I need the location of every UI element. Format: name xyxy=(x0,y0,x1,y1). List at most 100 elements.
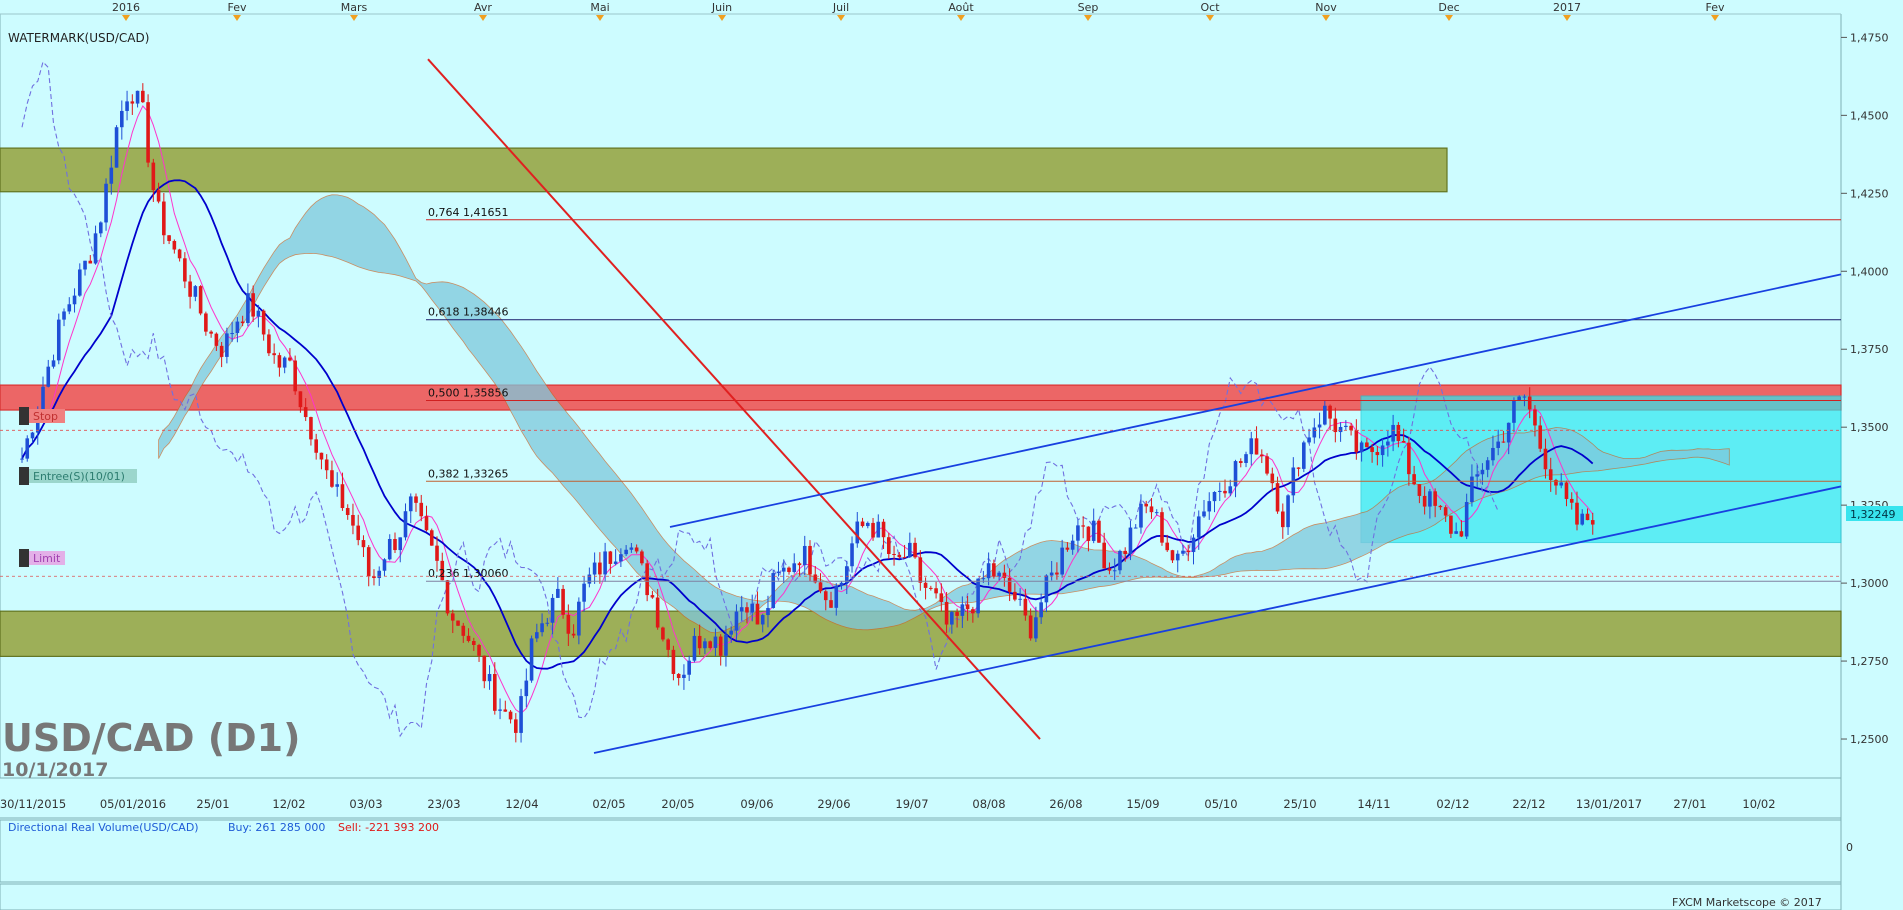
fib-level-label: 0,500 1,35856 xyxy=(428,386,508,399)
y-tick-label: 1,2750 xyxy=(1850,655,1889,668)
candle-body xyxy=(713,636,718,648)
candle-body xyxy=(750,603,755,613)
candle-body xyxy=(172,240,177,250)
candle-body xyxy=(1165,542,1170,551)
candle-body xyxy=(1485,460,1490,470)
candle-body xyxy=(1512,400,1516,423)
candle-body xyxy=(62,311,66,320)
candle-body xyxy=(692,635,697,661)
x-tick-label: 25/10 xyxy=(1283,797,1316,811)
candle-body xyxy=(1407,442,1411,475)
x-tick-label: 10/02 xyxy=(1742,797,1775,811)
candle-body xyxy=(1002,572,1007,578)
candle-body xyxy=(67,304,72,312)
candle-body xyxy=(776,571,781,574)
candle-body xyxy=(619,554,623,562)
candle-body xyxy=(1118,550,1122,571)
candle-body xyxy=(1580,513,1585,525)
y-tick-label: 1,4500 xyxy=(1850,109,1889,122)
candle-body xyxy=(450,613,455,621)
candle-body xyxy=(771,573,776,608)
candle-body xyxy=(387,538,392,560)
support-zone xyxy=(0,610,1842,657)
candle-body xyxy=(986,563,991,579)
candle-body xyxy=(687,660,691,675)
candle-body xyxy=(93,233,98,264)
candle-body xyxy=(272,353,276,356)
candle-body xyxy=(582,583,586,602)
fib-level-label: 0,618 1,38446 xyxy=(428,306,508,319)
limit-order-marker[interactable]: Limit xyxy=(19,549,65,567)
candle-body xyxy=(1065,547,1070,550)
candle-body xyxy=(865,522,870,527)
candle-body xyxy=(99,222,103,234)
candle-body xyxy=(708,641,712,648)
candle-body xyxy=(1296,467,1301,469)
stop-order-marker[interactable]: Stop xyxy=(19,407,65,425)
candle-body xyxy=(109,167,114,184)
candle-body xyxy=(477,644,481,656)
candle-body xyxy=(56,319,61,361)
candle-body xyxy=(1564,482,1569,499)
candle-body xyxy=(141,90,145,103)
candle-body xyxy=(881,521,886,538)
candle-body xyxy=(1238,461,1243,463)
chart-title: USD/CAD (D1) xyxy=(2,716,300,760)
candle-body xyxy=(955,612,959,616)
candle-body xyxy=(1034,617,1038,639)
candle-body xyxy=(634,547,639,552)
candle-body xyxy=(613,561,618,564)
x-tick-label: 23/03 xyxy=(427,797,460,811)
candle-body xyxy=(1590,520,1595,525)
candle-body xyxy=(1386,441,1390,446)
x-tick-label: 27/01 xyxy=(1673,797,1706,811)
candle-body xyxy=(860,521,865,527)
candle-body xyxy=(1249,438,1254,455)
candle-body xyxy=(624,549,628,555)
candle-body xyxy=(503,709,508,712)
x-tick-label: 02/05 xyxy=(592,797,625,811)
candle-body xyxy=(1459,531,1464,537)
candle-body xyxy=(403,511,408,538)
resistance-zone xyxy=(0,147,1448,193)
fib-level-label: 0,764 1,41651 xyxy=(428,206,508,219)
candle-body xyxy=(493,674,497,711)
candle-body xyxy=(366,547,371,577)
candle-body xyxy=(1233,461,1238,487)
candle-body xyxy=(235,321,240,334)
volume-panel xyxy=(0,883,1842,910)
y-tick-label: 1,3000 xyxy=(1850,577,1889,590)
candle-body xyxy=(1396,424,1401,441)
candle-body xyxy=(1144,503,1149,507)
candle-body xyxy=(671,649,676,674)
indicator-buy: Buy: 261 285 000 xyxy=(228,821,325,834)
candle-body xyxy=(929,587,933,589)
candle-body xyxy=(382,559,387,571)
candle-body xyxy=(51,360,56,367)
candle-body xyxy=(193,286,198,297)
candle-body xyxy=(125,101,129,111)
candle-body xyxy=(1401,440,1406,443)
y-tick-label: 1,4750 xyxy=(1850,31,1889,44)
candle-body xyxy=(1212,491,1217,502)
candle-body xyxy=(666,639,670,650)
entry-order-marker[interactable]: Entree(S)(10/01) xyxy=(19,467,137,485)
candle-body xyxy=(944,601,949,625)
candle-body xyxy=(46,366,51,387)
x-tick-label: 20/05 xyxy=(661,797,694,811)
candle-body xyxy=(965,604,970,610)
candle-body xyxy=(146,102,150,163)
candle-body xyxy=(839,582,844,586)
candle-body xyxy=(1196,516,1201,538)
candle-body xyxy=(571,633,576,636)
candle-body xyxy=(424,516,429,531)
candle-body xyxy=(240,321,245,324)
candle-body xyxy=(1433,491,1437,506)
candle-body xyxy=(1443,507,1448,516)
indicator-zero-label: 0 xyxy=(1846,841,1853,854)
candle-body xyxy=(1202,511,1206,517)
candle-body xyxy=(88,260,93,264)
top-axis-label: Mai xyxy=(590,1,609,14)
indicator-name: Directional Real Volume(USD/CAD) xyxy=(8,821,199,834)
top-axis-label: Oct xyxy=(1200,1,1220,14)
